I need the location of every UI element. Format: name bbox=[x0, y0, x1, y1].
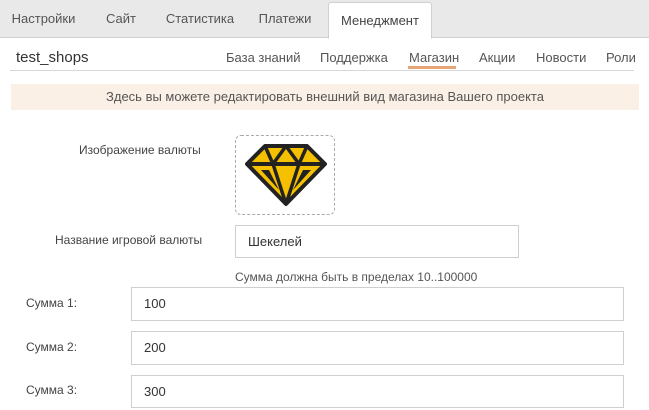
subtab-news[interactable]: Новости bbox=[536, 50, 586, 65]
currency-image-upload[interactable] bbox=[235, 135, 335, 215]
diamond-icon bbox=[245, 144, 327, 206]
tab-settings[interactable]: Настройки bbox=[0, 0, 87, 38]
subnav-divider bbox=[10, 70, 634, 71]
amount-2-field[interactable]: 200 bbox=[131, 331, 624, 365]
subtab-promotions[interactable]: Акции bbox=[479, 50, 515, 65]
subtab-support[interactable]: Поддержка bbox=[320, 50, 388, 65]
project-title: test_shops bbox=[16, 49, 89, 66]
top-tab-bar: Настройки Сайт Статистика Платежи Менедж… bbox=[0, 0, 649, 39]
range-hint: Сумма должна быть в пределах 10..100000 bbox=[235, 270, 478, 284]
amount-3-label: Сумма 3: bbox=[26, 383, 78, 397]
currency-image-label: Изображение валюты bbox=[79, 143, 201, 157]
tab-management[interactable]: Менеджмент bbox=[328, 2, 432, 39]
amount-1-field[interactable]: 100 bbox=[131, 287, 624, 321]
subtab-knowledge-base[interactable]: База знаний bbox=[226, 50, 301, 65]
amount-1-label: Сумма 1: bbox=[26, 296, 78, 310]
subtab-roles[interactable]: Роли bbox=[606, 50, 636, 65]
tab-statistics[interactable]: Статистика bbox=[155, 0, 245, 38]
active-subtab-indicator bbox=[408, 66, 456, 69]
currency-name-field[interactable]: Шекелей bbox=[235, 225, 519, 258]
currency-name-label: Название игровой валюты bbox=[55, 233, 203, 247]
tab-payments[interactable]: Платежи bbox=[245, 0, 325, 38]
amount-3-field[interactable]: 300 bbox=[131, 375, 624, 408]
info-notice: Здесь вы можете редактировать внешний ви… bbox=[11, 84, 639, 110]
amount-2-label: Сумма 2: bbox=[26, 340, 78, 354]
tab-site[interactable]: Сайт bbox=[87, 0, 155, 38]
subtab-shop[interactable]: Магазин bbox=[409, 50, 459, 65]
